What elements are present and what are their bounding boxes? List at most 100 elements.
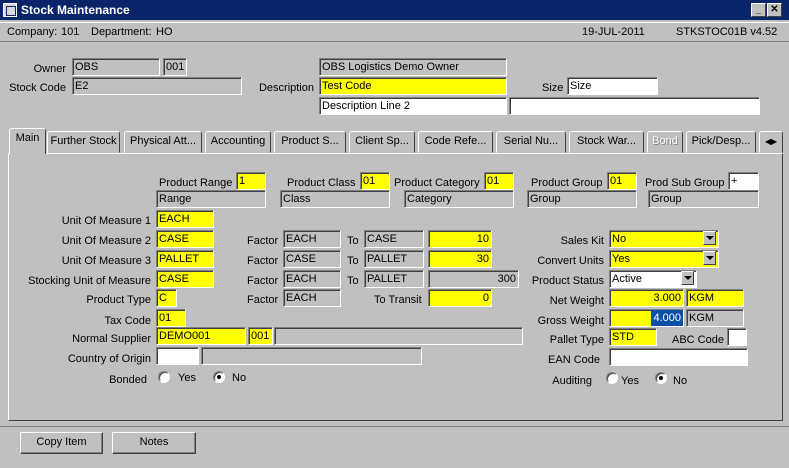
auditing-label: Auditing	[552, 375, 592, 387]
uom1-field[interactable]: EACH	[156, 210, 214, 228]
country-of-origin-field[interactable]	[156, 347, 199, 365]
bonded-no-radio[interactable]	[213, 371, 225, 383]
description-field[interactable]: Test Code	[319, 77, 507, 95]
tab-scroll-arrows[interactable]: ◀▶	[759, 131, 783, 153]
tax-code-label: Tax Code	[104, 315, 151, 327]
tab-further-stock[interactable]: Further Stock	[47, 131, 120, 153]
tab-product-s[interactable]: Product S...	[274, 131, 346, 153]
uom3-field[interactable]: PALLET	[156, 250, 214, 268]
normal-supplier-num-field[interactable]: 001	[248, 327, 273, 345]
factor3-to-field: PALLET	[364, 250, 424, 268]
pallet-type-label: Pallet Type	[549, 334, 604, 346]
tab-physical-attributes[interactable]: Physical Att...	[124, 131, 202, 153]
description-label: Description	[258, 82, 314, 94]
title-bar: Stock Maintenance _ ✕	[0, 0, 789, 20]
normal-supplier-field[interactable]: DEMO001	[156, 327, 246, 345]
product-status-label: Product Status	[531, 275, 604, 287]
prod-sub-group-label: Prod Sub Group	[645, 177, 725, 189]
factor4-to-label: To	[347, 275, 359, 287]
stocking-uom-field[interactable]: CASE	[156, 270, 214, 288]
description-extra-field[interactable]	[509, 97, 760, 115]
tab-main[interactable]: Main	[9, 128, 46, 154]
bottom-divider	[0, 426, 789, 427]
owner-num-field[interactable]: 001	[163, 58, 187, 76]
tab-stock-warehouse[interactable]: Stock War...	[569, 131, 644, 153]
tab-code-references[interactable]: Code Refe...	[418, 131, 493, 153]
auditing-yes-radio[interactable]	[606, 372, 618, 384]
gross-weight-unit-field: KGM	[686, 309, 744, 327]
description-line2-field[interactable]: Description Line 2	[319, 97, 507, 115]
factor5-from-field: EACH	[283, 289, 341, 307]
tax-code-field[interactable]: 01	[156, 309, 186, 327]
product-group-desc: Group	[527, 190, 637, 208]
product-type-field[interactable]: C	[156, 289, 177, 307]
auditing-no-radio[interactable]	[655, 372, 667, 384]
auditing-no-label: No	[673, 375, 688, 387]
product-type-label: Product Type	[86, 294, 151, 306]
product-category-field[interactable]: 01	[484, 172, 514, 190]
ean-code-label: EAN Code	[548, 354, 600, 366]
notes-button[interactable]: Notes	[112, 432, 196, 454]
gross-weight-label: Gross Weight	[537, 315, 604, 327]
country-of-origin-desc	[201, 347, 422, 365]
factor3-to-label: To	[347, 255, 359, 267]
abc-code-label: ABC Code	[672, 334, 724, 346]
factor4-value-field: 300	[428, 270, 519, 288]
stock-code-field[interactable]: E2	[72, 77, 242, 95]
factor4-to-field: PALLET	[364, 270, 424, 288]
tab-accounting[interactable]: Accounting	[205, 131, 271, 153]
net-weight-label: Net Weight	[549, 295, 604, 307]
product-range-field[interactable]: 1	[236, 172, 266, 190]
copy-item-button[interactable]: Copy Item	[20, 432, 103, 454]
stock-code-label: Stock Code	[9, 82, 66, 94]
gross-weight-value: 4.000	[651, 310, 683, 326]
product-group-label: Product Group	[531, 177, 603, 189]
convert-units-dropdown-icon[interactable]	[703, 251, 716, 265]
uom1-label: Unit Of Measure 1	[61, 215, 151, 227]
product-class-desc: Class	[280, 190, 390, 208]
prod-sub-group-desc: Group	[648, 190, 759, 208]
factor3-label: Factor	[247, 255, 279, 267]
minimize-button[interactable]: _	[751, 3, 766, 17]
product-class-field[interactable]: 01	[360, 172, 390, 190]
app-icon	[3, 3, 17, 17]
product-status-dropdown-icon[interactable]	[681, 271, 694, 285]
ean-code-field[interactable]	[609, 348, 748, 366]
bonded-label: Bonded	[109, 374, 147, 386]
to-transit-label: To Transit	[374, 294, 422, 306]
form-id-text: STKSTOC01B v4.52	[676, 26, 778, 38]
company-label: Company:	[7, 26, 58, 38]
factor5-label: Factor	[247, 294, 279, 306]
bonded-no-label: No	[232, 372, 247, 384]
owner-code-field[interactable]: OBS	[72, 58, 160, 76]
sales-kit-dropdown-icon[interactable]	[703, 231, 716, 245]
abc-code-field[interactable]	[727, 328, 747, 346]
net-weight-unit-field[interactable]: KGM	[686, 289, 744, 307]
date-text: 19-JUL-2011	[582, 26, 645, 38]
scroll-right-icon: ▶	[771, 137, 778, 146]
bonded-yes-radio[interactable]	[158, 371, 170, 383]
product-group-field[interactable]: 01	[607, 172, 637, 190]
convert-units-label: Convert Units	[537, 255, 604, 267]
factor2-value-field[interactable]: 10	[428, 230, 492, 248]
to-transit-field[interactable]: 0	[428, 289, 492, 307]
auditing-yes-label: Yes	[621, 375, 639, 387]
factor3-value-field[interactable]: 30	[428, 250, 492, 268]
tab-client-sp[interactable]: Client Sp...	[349, 131, 415, 153]
department-value: HO	[156, 26, 173, 38]
tab-bond: Bond	[647, 131, 683, 153]
owner-description-field: OBS Logistics Demo Owner	[319, 58, 507, 76]
gross-weight-field[interactable]: 4.000	[609, 309, 684, 327]
net-weight-field[interactable]: 3.000	[609, 289, 684, 307]
uom2-field[interactable]: CASE	[156, 230, 214, 248]
pallet-type-field[interactable]: STD	[609, 328, 657, 346]
factor4-from-field: EACH	[283, 270, 341, 288]
product-category-label: Product Category	[394, 177, 480, 189]
close-button[interactable]: ✕	[767, 3, 782, 17]
prod-sub-group-field[interactable]: +	[728, 172, 759, 190]
tab-serial-numbers[interactable]: Serial Nu...	[496, 131, 566, 153]
country-of-origin-label: Country of Origin	[67, 353, 151, 365]
uom3-label: Unit Of Measure 3	[61, 255, 151, 267]
size-field[interactable]: Size	[567, 77, 658, 95]
tab-pick-despatch[interactable]: Pick/Desp...	[686, 131, 756, 153]
